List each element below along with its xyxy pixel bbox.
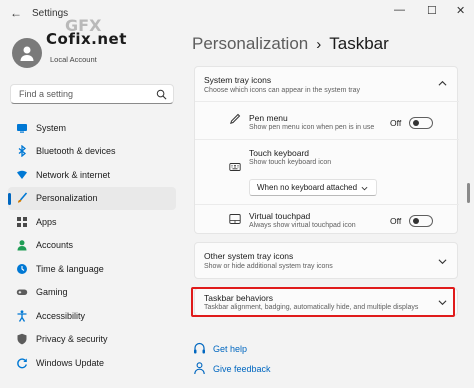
system-tray-icons-subtitle: Choose which icons can appear in the sys… xyxy=(204,87,361,94)
toggle-knob xyxy=(413,120,419,126)
bluetooth-icon xyxy=(16,145,28,158)
sidebar-item-accounts[interactable]: Accounts xyxy=(8,234,176,258)
sidebar-item-label: Apps xyxy=(36,216,57,227)
minimize-button[interactable]: — xyxy=(394,4,405,16)
sidebar-item-label: Network & internet xyxy=(36,169,111,180)
sidebar-item-system[interactable]: System xyxy=(8,116,176,140)
account-type: Local Account xyxy=(50,55,97,64)
breadcrumb-parent[interactable]: Personalization xyxy=(192,34,308,53)
sidebar-item-label: Bluetooth & devices xyxy=(36,146,116,157)
touch-keyboard-selected: When no keyboard attached xyxy=(257,183,358,192)
update-icon xyxy=(16,357,28,369)
sidebar-item-label: System xyxy=(36,122,67,133)
accounts-icon xyxy=(16,239,28,251)
divider xyxy=(195,101,459,102)
scrollbar-thumb[interactable] xyxy=(467,183,470,203)
sidebar-item-time-language[interactable]: Time & language xyxy=(8,257,176,281)
search-box[interactable] xyxy=(10,84,174,104)
pen-menu-state: Off xyxy=(390,118,402,128)
pen-menu-title: Pen menu xyxy=(249,113,288,123)
system-tray-icons-title: System tray icons xyxy=(204,75,272,85)
breadcrumb-separator: › xyxy=(316,36,322,53)
feedback-icon xyxy=(193,362,206,375)
touch-keyboard-title: Touch keyboard xyxy=(249,148,310,158)
chevron-down-icon[interactable] xyxy=(438,257,447,266)
back-button[interactable]: ← xyxy=(10,6,22,20)
apps-icon xyxy=(16,216,28,228)
network-icon xyxy=(16,169,28,181)
app-title: Settings xyxy=(32,8,69,19)
sidebar-item-privacy-security[interactable]: Privacy & security xyxy=(8,328,176,352)
touchpad-icon xyxy=(229,214,241,224)
close-button[interactable]: ✕ xyxy=(456,4,465,17)
sidebar-item-personalization[interactable]: Personalization xyxy=(8,186,176,210)
search-icon[interactable] xyxy=(156,89,167,100)
other-system-tray-icons-panel[interactable]: Other system tray icons Show or hide add… xyxy=(194,242,458,279)
other-system-tray-icons-title: Other system tray icons xyxy=(204,251,294,261)
virtual-touchpad-title: Virtual touchpad xyxy=(249,211,311,221)
help-icon xyxy=(193,342,206,355)
virtual-touchpad-subtitle: Always show virtual touchpad icon xyxy=(249,222,356,229)
shield-icon xyxy=(16,333,28,345)
highlight-box xyxy=(191,287,455,317)
give-feedback-label: Give feedback xyxy=(213,363,271,374)
user-profile[interactable]: GFX Cofix.net Local Account xyxy=(12,16,162,72)
divider xyxy=(195,204,459,205)
touch-keyboard-subtitle: Show touch keyboard icon xyxy=(249,159,332,166)
pen-menu-toggle[interactable] xyxy=(409,117,433,129)
sidebar-item-label: Accessibility xyxy=(36,310,86,321)
divider xyxy=(195,139,459,140)
sidebar-item-label: Personalization xyxy=(36,193,98,204)
get-help-link[interactable]: Get help xyxy=(193,342,247,355)
virtual-touchpad-toggle[interactable] xyxy=(409,215,433,227)
sidebar-item-network[interactable]: Network & internet xyxy=(8,163,176,187)
give-feedback-link[interactable]: Give feedback xyxy=(193,362,271,375)
brand-watermark-text: Cofix.net xyxy=(46,30,127,48)
other-system-tray-icons-subtitle: Show or hide additional system tray icon… xyxy=(204,263,333,270)
toggle-knob xyxy=(413,218,419,224)
sidebar-nav: System Bluetooth & devices Network & int… xyxy=(8,116,176,375)
sidebar-item-label: Windows Update xyxy=(36,357,105,368)
chevron-down-icon xyxy=(361,186,368,191)
time-language-icon xyxy=(16,263,28,275)
sidebar-item-accessibility[interactable]: Accessibility xyxy=(8,304,176,328)
sidebar-item-apps[interactable]: Apps xyxy=(8,210,176,234)
search-input[interactable] xyxy=(17,88,151,100)
sidebar-item-label: Privacy & security xyxy=(36,334,108,345)
system-icon xyxy=(16,122,28,134)
sidebar-item-label: Gaming xyxy=(36,287,68,298)
system-tray-icons-panel: System tray icons Choose which icons can… xyxy=(194,66,459,234)
keyboard-icon xyxy=(229,163,241,171)
chevron-up-icon[interactable] xyxy=(438,79,447,88)
sidebar-item-windows-update[interactable]: Windows Update xyxy=(8,351,176,375)
pen-icon xyxy=(230,113,241,124)
sidebar-item-label: Time & language xyxy=(36,263,104,274)
sidebar-item-bluetooth[interactable]: Bluetooth & devices xyxy=(8,140,176,164)
get-help-label: Get help xyxy=(213,343,248,354)
brush-icon xyxy=(16,192,28,204)
maximize-button[interactable]: ☐ xyxy=(427,4,437,17)
accessibility-icon xyxy=(16,310,28,322)
sidebar-item-label: Accounts xyxy=(36,240,74,251)
gaming-icon xyxy=(16,286,28,298)
system-tray-icons-header[interactable]: System tray icons Choose which icons can… xyxy=(195,67,457,99)
person-icon xyxy=(20,46,34,61)
pen-menu-subtitle: Show pen menu icon when pen is in use xyxy=(249,124,375,131)
breadcrumb: Personalization › Taskbar xyxy=(192,34,389,54)
avatar xyxy=(12,38,42,68)
touch-keyboard-dropdown[interactable]: When no keyboard attached xyxy=(249,179,377,196)
sidebar-item-gaming[interactable]: Gaming xyxy=(8,281,176,305)
virtual-touchpad-state: Off xyxy=(390,216,402,226)
page-title: Taskbar xyxy=(329,34,389,53)
